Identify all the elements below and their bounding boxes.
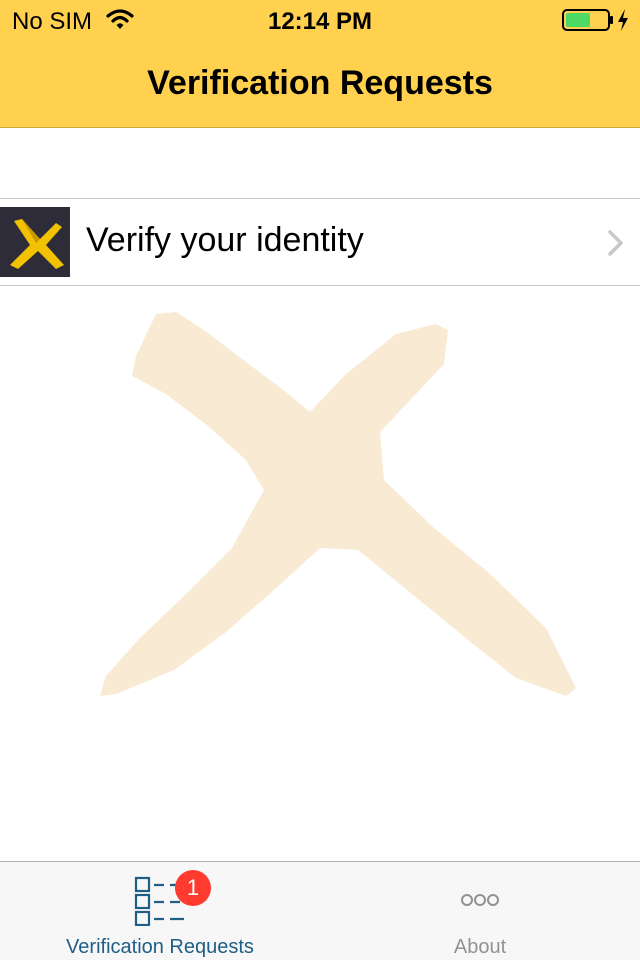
row-thumbnail [0,207,70,277]
tab-label: About [453,936,507,958]
divider [0,285,640,286]
tab-label: Verification Requests [66,936,254,958]
chevron-right-icon [608,230,623,256]
x-logo-icon [10,219,64,269]
page-title: Verification Requests [147,64,493,102]
app-screen: No SIM 12:14 PM Verification Requests Ve… [0,0,640,960]
x-watermark-icon [100,312,576,696]
status-bar: No SIM 12:14 PM [0,0,640,40]
notification-badge: 1 [175,870,211,906]
tab-bar: 1 Verification Requests About [0,861,640,960]
tab-verification-requests[interactable]: 1 Verification Requests [0,862,320,960]
header: No SIM 12:14 PM Verification Requests [0,0,640,128]
list-item-label: Verify your identity [86,221,364,259]
tab-about[interactable]: About [320,862,640,960]
list-item-verify-identity[interactable]: Verify your identity [0,199,640,285]
battery-icon [562,9,613,31]
more-icon [461,894,499,906]
clock: 12:14 PM [267,8,373,35]
charging-icon [618,9,628,31]
